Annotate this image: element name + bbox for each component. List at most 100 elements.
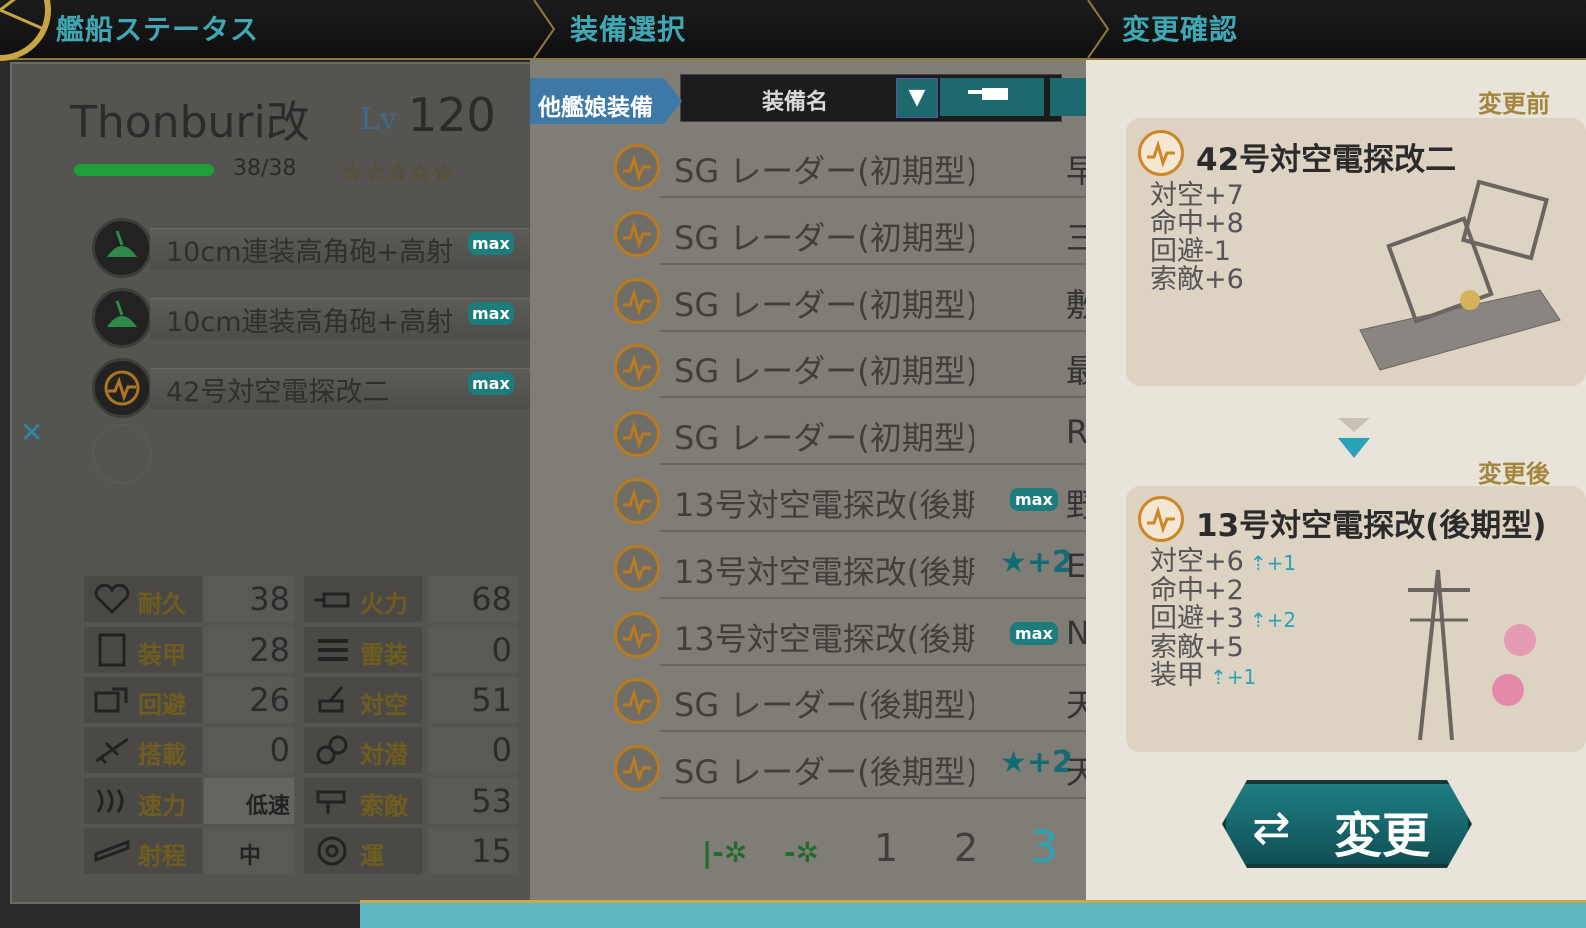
stat-value: 15 — [471, 832, 512, 870]
aa-gun-icon — [92, 218, 152, 278]
slot-name: 42号対空電探改二 — [166, 377, 390, 408]
firepower-icon — [314, 592, 350, 608]
equipment-slot-3[interactable]: 42号対空電探改二 max — [92, 358, 532, 418]
radar-icon — [1138, 130, 1184, 176]
rarity-stars: ☆☆☆☆☆ — [342, 158, 455, 186]
first-page-icon[interactable]: |-✲ — [702, 836, 747, 869]
stat-value: 0 — [491, 731, 512, 769]
before-stats: 対空+7 命中+8 回避-1 索敵+6 — [1150, 182, 1244, 294]
row-divider — [660, 530, 1090, 532]
luck-icon — [317, 836, 347, 866]
stat-value: 26 — [249, 681, 290, 719]
radar-icon — [614, 344, 660, 391]
range-icon — [94, 839, 130, 863]
sort-dropdown-button[interactable]: ▼ — [896, 78, 938, 118]
stat-label: 射程 — [138, 842, 186, 870]
stat-line: 命中+8 — [1150, 208, 1244, 239]
anti-sub-icon — [316, 735, 348, 765]
equipment-row[interactable]: SG レーダー(初期型) R — [610, 403, 1090, 467]
equipment-row[interactable]: 13号対空電探改(後期 max 野 — [610, 470, 1090, 534]
page-3-current[interactable]: 3 — [1030, 822, 1058, 873]
sort-label: 装備名 — [762, 90, 829, 115]
stat-value: 53 — [471, 782, 512, 820]
empty-slot[interactable] — [92, 424, 152, 484]
equipment-row[interactable]: SG レーダー(初期型) 早 — [610, 136, 1090, 200]
row-divider — [660, 663, 1090, 666]
stat-row: 搭載 0 対潜 0 — [84, 727, 520, 773]
stat-bonus: ⇡+1 — [1249, 551, 1297, 575]
radar-icon — [1138, 496, 1184, 542]
row-divider — [660, 329, 1090, 332]
stat-row: 装甲 28 雷装 0 — [84, 627, 520, 673]
stat-label: 対潜 — [360, 741, 408, 769]
stat-label: 搭載 — [138, 741, 186, 769]
stat-label: 耐久 — [138, 590, 186, 618]
radar-icon — [614, 745, 660, 792]
radar-icon — [614, 478, 660, 524]
page-2[interactable]: 2 — [954, 826, 978, 870]
stat-row: 速力 低速 索敵 53 — [84, 778, 520, 824]
header-separator-icon — [533, 0, 556, 58]
hp-bar-fill — [74, 164, 214, 176]
equipment-name: 13号対空電探改(後期 — [674, 619, 974, 658]
row-divider — [660, 797, 1090, 800]
equipment-slot-1[interactable]: 10cm連装高角砲+高射 max — [92, 218, 532, 278]
aircraft-icon — [95, 737, 129, 765]
next-filter-button[interactable] — [1050, 78, 1088, 116]
equipment-row[interactable]: SG レーダー(後期型) 天 — [610, 670, 1090, 734]
row-divider — [660, 396, 1090, 399]
stat-row: 回避 26 対空 51 — [84, 677, 520, 723]
level-value: 120 — [408, 88, 496, 142]
proficiency-badge: max — [468, 302, 514, 325]
equipment-name: SG レーダー(初期型) — [674, 218, 974, 257]
stat-label: 対空 — [360, 691, 408, 719]
before-caption: 変更前 — [1478, 90, 1550, 118]
equipment-slot-2[interactable]: 10cm連装高角砲+高射 max — [92, 288, 532, 348]
stat-line: 回避-1 — [1150, 236, 1231, 267]
radar-icon — [614, 411, 660, 458]
stat-label: 索敵 — [360, 792, 408, 820]
radar-icon — [92, 358, 152, 418]
proficiency-badge: max — [468, 232, 514, 255]
stat-line: 索敵+6 — [1150, 264, 1244, 295]
stat-value: 28 — [249, 631, 290, 669]
tab-equipment-select[interactable]: 装備選択 — [570, 8, 686, 48]
equipment-row[interactable]: SG レーダー(後期型) ★+2 天 — [610, 737, 1090, 801]
remove-equipment-icon[interactable]: ✕ — [20, 416, 43, 449]
radar-icon — [614, 277, 660, 324]
stat-line: 対空+7 — [1150, 180, 1244, 211]
compass-ornament-icon — [0, 0, 51, 61]
tab-ship-status[interactable]: 艦船ステータス — [56, 8, 259, 48]
radar-equipment-illustration — [1359, 179, 1561, 371]
after-caption: 変更後 — [1478, 460, 1550, 488]
anti-air-icon — [318, 686, 344, 713]
page-1[interactable]: 1 — [874, 826, 898, 870]
row-divider — [660, 730, 1090, 733]
equipment-name: 13号対空電探改(後期 — [674, 486, 974, 524]
stat-line: 回避+3 ⇡+2 — [1150, 603, 1297, 634]
stat-value: 低速 — [245, 794, 290, 819]
speed-icon — [96, 789, 124, 813]
prev-page-icon[interactable]: -✲ — [784, 836, 819, 869]
equipment-row[interactable]: SG レーダー(初期型) 最 — [610, 336, 1090, 400]
row-divider — [660, 262, 1090, 265]
after-stats: 対空+6 ⇡+1 命中+2 回避+3 ⇡+2 索敵+5 装甲 ⇡+1 — [1150, 548, 1296, 691]
equipment-row[interactable]: 13号対空電探改(後期 ★+2 E — [610, 537, 1090, 601]
filter-type-button[interactable] — [940, 78, 1044, 116]
ship-name: Thonburi改 — [70, 97, 310, 148]
radar-tower-illustration — [1408, 569, 1536, 741]
radar-icon — [614, 678, 660, 725]
stat-label: 回避 — [138, 691, 186, 719]
equipment-name: SG レーダー(後期型) — [674, 686, 974, 725]
stat-bonus: ⇡+1 — [1210, 665, 1257, 689]
equipment-row[interactable]: SG レーダー(初期型) 敷 — [610, 270, 1090, 334]
equipment-row[interactable]: 13号対空電探改(後期 max N — [610, 604, 1090, 668]
slot-name: 10cm連装高角砲+高射 — [166, 307, 454, 338]
radar-icon — [614, 144, 660, 190]
equipment-row[interactable]: SG レーダー(初期型) 三 — [610, 203, 1090, 267]
tab-change-confirm[interactable]: 変更確認 — [1122, 8, 1238, 48]
hp-text: 38/38 — [233, 156, 297, 181]
radar-icon — [614, 210, 660, 257]
change-button-label: 変更 — [1334, 808, 1431, 864]
stat-line: 索敵+5 — [1150, 632, 1244, 663]
